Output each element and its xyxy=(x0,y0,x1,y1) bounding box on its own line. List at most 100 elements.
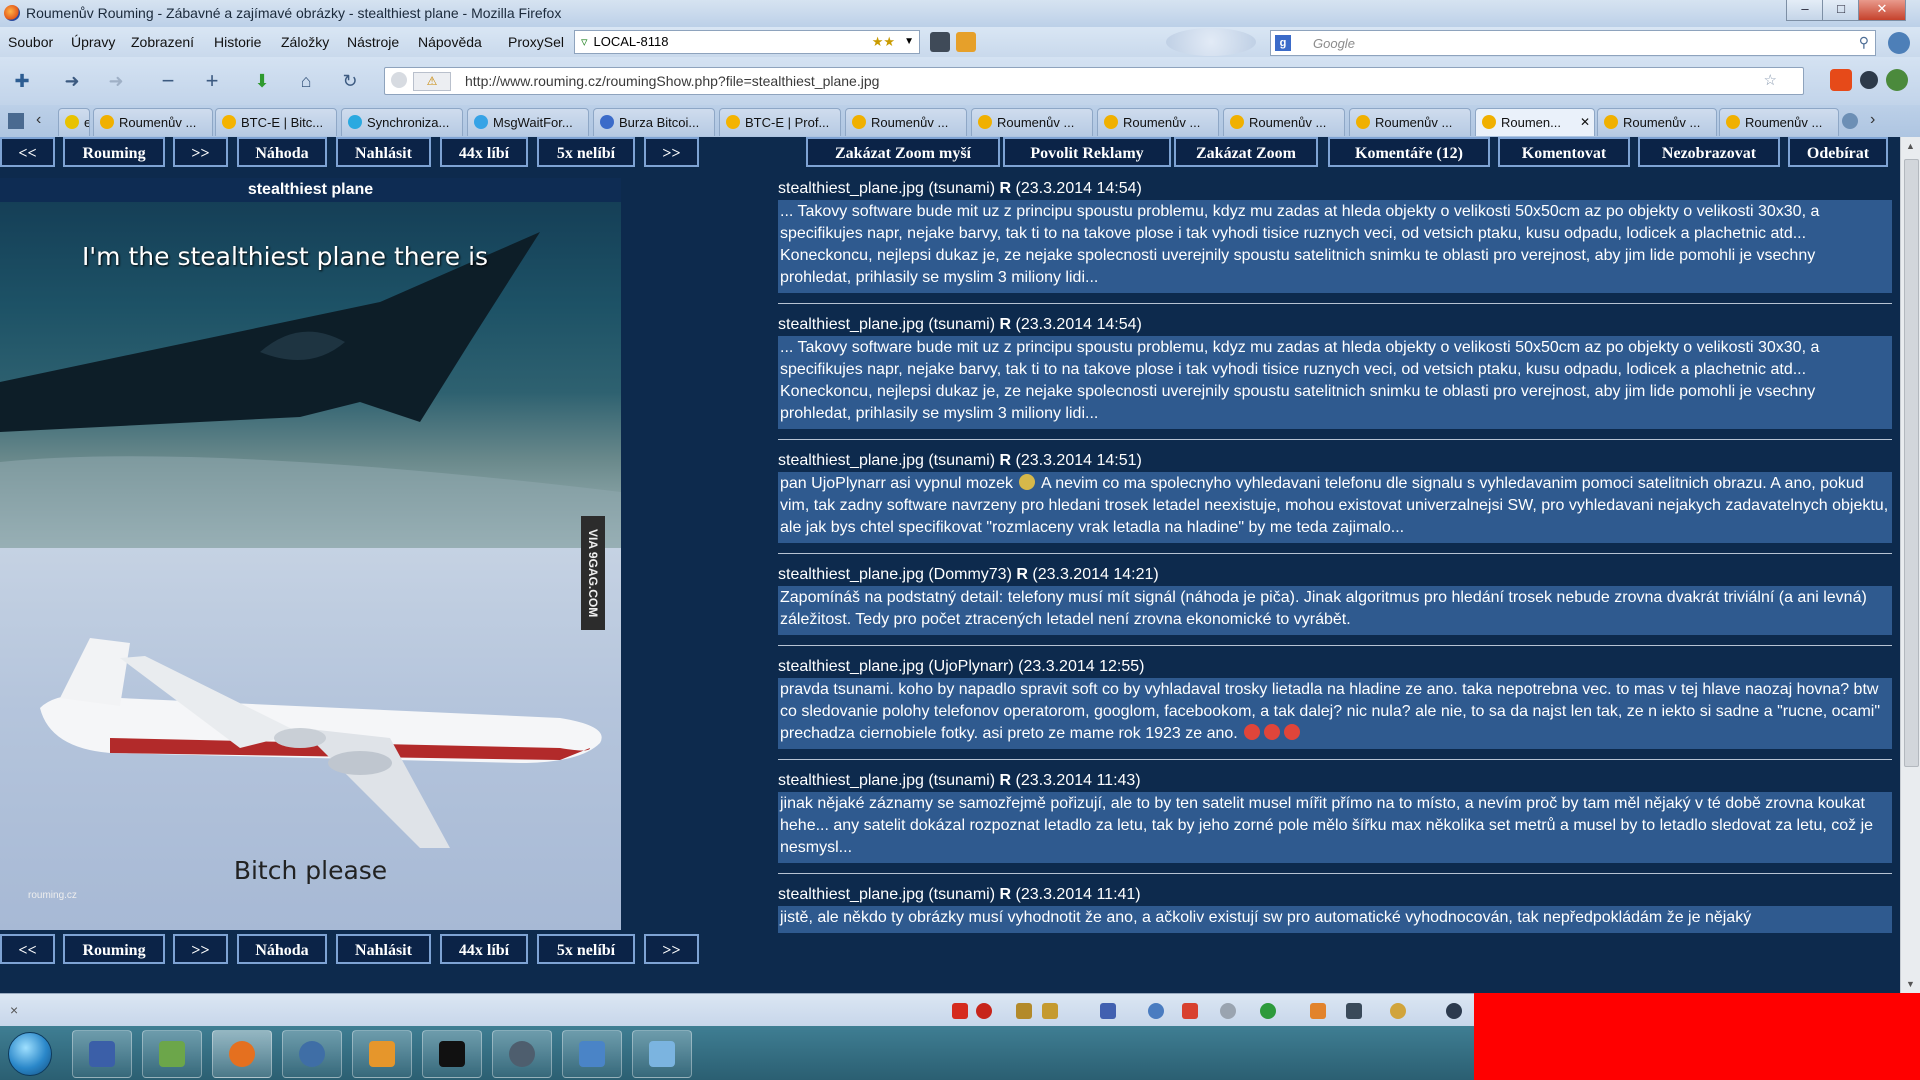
tab-7[interactable]: Roumenův ... xyxy=(845,108,967,136)
vertical-scrollbar[interactable]: ▲ ▼ xyxy=(1900,137,1920,993)
rouming-button[interactable]: Rouming xyxy=(63,137,165,167)
comment-file[interactable]: stealthiest_plane.jpg xyxy=(778,772,924,789)
screenshot-addon-icon[interactable] xyxy=(1346,1003,1362,1019)
user-addon-icon[interactable] xyxy=(976,1003,992,1019)
menu-help[interactable]: Nápověda xyxy=(418,34,482,50)
reply-link[interactable]: R xyxy=(999,452,1011,469)
p-addon-icon[interactable] xyxy=(952,1003,968,1019)
new-tab-icon[interactable]: ✚ xyxy=(10,69,34,93)
menu-view[interactable]: Zobrazení xyxy=(131,34,194,50)
search-box[interactable]: g Google ⚲ xyxy=(1270,30,1876,56)
taskbar-remote[interactable] xyxy=(632,1030,692,1078)
tab-groups-icon[interactable] xyxy=(8,113,24,129)
taskbar-network[interactable] xyxy=(562,1030,622,1078)
comment-author[interactable]: (UjoPlynarr) xyxy=(928,658,1013,675)
hide-button[interactable]: Nezobrazovat xyxy=(1638,137,1780,167)
addon-fox-icon[interactable] xyxy=(1830,69,1852,91)
reply-link[interactable]: R xyxy=(999,316,1011,333)
close-window-button[interactable]: ✕ xyxy=(1858,0,1906,21)
czech-flag-icon[interactable] xyxy=(1182,1003,1198,1019)
scroll-down-icon[interactable]: ▼ xyxy=(1906,979,1915,989)
menu-history[interactable]: Historie xyxy=(214,34,261,50)
tab-2[interactable]: BTC-E | Bitc... xyxy=(215,108,337,136)
tab-3[interactable]: Synchroniza... xyxy=(341,108,463,136)
random-button[interactable]: Náhoda xyxy=(237,137,327,167)
s-addon-icon[interactable] xyxy=(1446,1003,1462,1019)
menu-proxysel[interactable]: ProxySel xyxy=(508,34,564,50)
rouming-button-bottom[interactable]: Rouming xyxy=(63,934,165,964)
report-button-bottom[interactable]: Nahlásit xyxy=(336,934,431,964)
scroll-tabs-right-icon[interactable]: › xyxy=(1870,111,1875,129)
comment-file[interactable]: stealthiest_plane.jpg xyxy=(778,316,924,333)
comment-file[interactable]: stealthiest_plane.jpg xyxy=(778,886,924,903)
proxy-select[interactable]: ▿ LOCAL-8118 ★★ ▼ xyxy=(574,30,920,54)
comment-file[interactable]: stealthiest_plane.jpg xyxy=(778,658,924,675)
close-addon-bar-icon[interactable]: × xyxy=(10,1002,18,1018)
disable-zoom-mouse-button[interactable]: Zakázat Zoom myší xyxy=(806,137,1000,167)
zoom-in-icon[interactable]: + xyxy=(200,69,224,93)
taskbar-cmd[interactable] xyxy=(422,1030,482,1078)
start-button[interactable] xyxy=(8,1032,52,1076)
taskbar-save-app[interactable] xyxy=(72,1030,132,1078)
bookmark-star-icon[interactable]: ☆ xyxy=(1764,71,1777,89)
unsubscribe-button[interactable]: Odebírat xyxy=(1788,137,1888,167)
addon-icon[interactable] xyxy=(930,32,950,52)
scrollbar-thumb[interactable] xyxy=(1904,159,1919,767)
like-button-bottom[interactable]: 44x líbí xyxy=(440,934,528,964)
report-button[interactable]: Nahlásit xyxy=(336,137,431,167)
dislike-button[interactable]: 5x nelíbí xyxy=(537,137,635,167)
write-comment-button[interactable]: Komentovat xyxy=(1498,137,1630,167)
next-button[interactable]: >> xyxy=(173,137,228,167)
prev-button[interactable]: << xyxy=(0,137,55,167)
tab-6[interactable]: BTC-E | Prof... xyxy=(719,108,841,136)
tab-8[interactable]: Roumenův ... xyxy=(971,108,1093,136)
last-button-bottom[interactable]: >> xyxy=(644,934,699,964)
tab-12[interactable]: Roumen... ✕ xyxy=(1475,108,1595,136)
tab-5[interactable]: Burza Bitcoi... xyxy=(593,108,715,136)
fox-addon-icon[interactable] xyxy=(1310,1003,1326,1019)
chevron-down-icon[interactable]: ▼ xyxy=(904,31,914,53)
maximize-button[interactable]: □ xyxy=(1822,0,1860,21)
comment-author[interactable]: (tsunami) xyxy=(928,452,995,469)
flag-addon-icon[interactable] xyxy=(1100,1003,1116,1019)
comments-count-button[interactable]: Komentáře (12) xyxy=(1328,137,1490,167)
like-button[interactable]: 44x líbí xyxy=(440,137,528,167)
scroll-up-icon[interactable]: ▲ xyxy=(1906,141,1915,151)
tab-1[interactable]: Roumenův ... xyxy=(93,108,213,136)
reload-icon[interactable]: ↻ xyxy=(338,69,362,93)
disable-zoom-button[interactable]: Zakázat Zoom xyxy=(1174,137,1318,167)
dislike-button-bottom[interactable]: 5x nelíbí xyxy=(537,934,635,964)
addon-green-icon[interactable] xyxy=(1886,69,1908,91)
gear-icon[interactable] xyxy=(1888,32,1910,54)
comment-author[interactable]: (tsunami) xyxy=(928,180,995,197)
green-addon-icon[interactable] xyxy=(1260,1003,1276,1019)
tor-icon[interactable] xyxy=(956,32,976,52)
taskbar-editor[interactable] xyxy=(352,1030,412,1078)
tab-list-icon[interactable] xyxy=(1842,113,1858,129)
tab-4[interactable]: MsgWaitFor... xyxy=(467,108,589,136)
face-addon-icon[interactable] xyxy=(1390,1003,1406,1019)
scroll-tabs-left-icon[interactable]: ‹ xyxy=(36,111,41,129)
warning-icon[interactable]: ⚠ xyxy=(413,72,451,91)
allow-ads-button[interactable]: Povolit Reklamy xyxy=(1003,137,1171,167)
tab-9[interactable]: Roumenův ... xyxy=(1097,108,1219,136)
taskbar-firefox[interactable] xyxy=(212,1030,272,1078)
home-icon[interactable]: ⌂ xyxy=(294,69,318,93)
addon-circle-icon[interactable] xyxy=(1860,71,1878,89)
menu-file[interactable]: Soubor xyxy=(8,34,53,50)
comment-file[interactable]: stealthiest_plane.jpg xyxy=(778,566,924,583)
last-button[interactable]: >> xyxy=(644,137,699,167)
url-text[interactable]: http://www.rouming.cz/roumingShow.php?fi… xyxy=(465,73,879,89)
comment-author[interactable]: (tsunami) xyxy=(928,316,995,333)
forward-icon[interactable]: ➜ xyxy=(104,69,128,93)
reply-link[interactable]: R xyxy=(999,886,1011,903)
reply-link[interactable]: R xyxy=(1016,566,1028,583)
globe-addon-icon[interactable] xyxy=(1148,1003,1164,1019)
tab-0[interactable]: e ... xyxy=(58,108,90,136)
hand-addon-icon[interactable] xyxy=(1016,1003,1032,1019)
meme-image[interactable]: I'm the stealthiest plane there is Bitch… xyxy=(0,202,621,930)
search-input[interactable]: Google xyxy=(1313,36,1355,51)
tab-11[interactable]: Roumenův ... xyxy=(1349,108,1471,136)
download-icon[interactable]: ⬇ xyxy=(250,69,274,93)
tab-13[interactable]: Roumenův ... xyxy=(1597,108,1717,136)
